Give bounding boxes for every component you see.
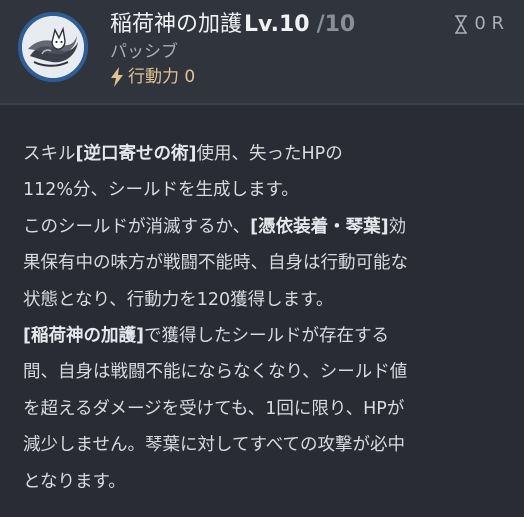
- fox-spirit-icon: [18, 12, 88, 82]
- description-line: 果保有中の味方が戦闘不能時、自身は行動可能な: [23, 253, 408, 273]
- description-text: で獲得したシールドが存在する: [144, 326, 389, 347]
- description-line: 減少しません。琴葉に対してすべての攻撃が必中: [23, 435, 405, 455]
- cooldown: 0 R: [454, 12, 504, 36]
- skill-type: パッシブ: [110, 42, 178, 62]
- description-text: となります。: [23, 471, 126, 492]
- description-text: 使用、失ったHPの: [196, 144, 343, 164]
- description-text: 112%分、シールドを生成します。: [23, 180, 299, 201]
- description-text: このシールドが消滅するか、: [23, 216, 251, 237]
- description-line: を超えるダメージを受けても、1回に限り、HPが: [23, 399, 404, 419]
- description-line: [稲荷神の加護]で獲得したシールドが存在する: [23, 326, 389, 346]
- description-text: 間、自身は戦闘不能にならなくなり、シールド値: [23, 362, 408, 383]
- description-text: 効: [388, 216, 407, 237]
- description-text: 果保有中の味方が戦闘不能時、自身は行動可能な: [23, 253, 408, 274]
- skill-title: 稲荷神の加護Lv.10 /10: [110, 10, 355, 40]
- description-text: 減少しません。琴葉に対してすべての攻撃が必中: [23, 435, 406, 456]
- description-line: 間、自身は戦闘不能にならなくなり、シールド値: [23, 362, 407, 382]
- skill-description: スキル[逆口寄せの術]使用、失ったHPの 112%分、シールドを生成します。 このシ…: [23, 136, 503, 500]
- skill-reference: [稲荷神の加護]: [23, 326, 144, 347]
- description-text: を超えるダメージを受けても、1回に限り、HPが: [23, 398, 405, 419]
- skill-reference: [逆口寄せの術]: [75, 144, 197, 164]
- skill-name: 稲荷神の加護: [110, 12, 243, 37]
- description-line: 112%分、シールドを生成します。: [23, 180, 299, 200]
- skill-reference: [憑依装着・琴葉]: [250, 216, 389, 237]
- action-cost-label: 行動力 0: [128, 67, 196, 87]
- skill-max-level: /10: [316, 12, 356, 37]
- skill-card: 稲荷神の加護Lv.10 /10 パッシブ 行動力 0 0 R スキル[逆口寄せの…: [0, 0, 524, 517]
- description-text: 状態となり、行動力を120獲得します。: [23, 289, 334, 310]
- description-line: このシールドが消滅するか、[憑依装着・琴葉]効: [23, 217, 406, 237]
- skill-level: Lv.10: [244, 12, 310, 37]
- description-text: スキル: [23, 144, 76, 164]
- description-line: となります。: [23, 472, 126, 492]
- cooldown-label: 0 R: [474, 13, 504, 34]
- description-line: スキル[逆口寄せの術]使用、失ったHPの: [23, 144, 343, 164]
- description-line: 状態となり、行動力を120獲得します。: [23, 290, 333, 310]
- lightning-icon: [111, 67, 123, 87]
- hourglass-icon: [455, 14, 468, 34]
- action-cost: 行動力 0: [110, 65, 195, 89]
